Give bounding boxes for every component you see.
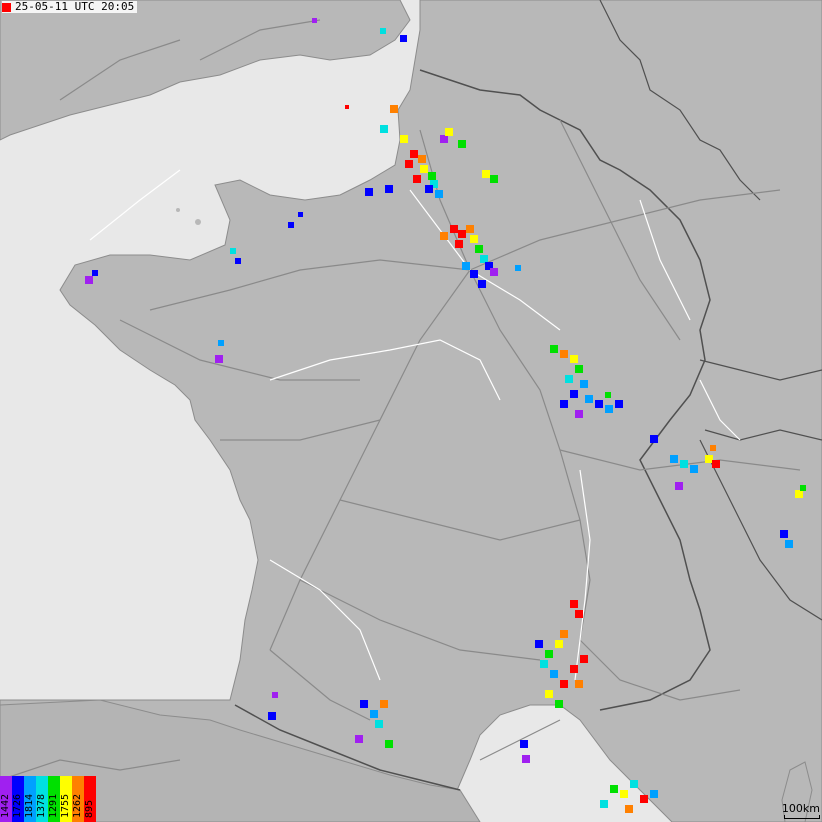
legend-item: 1378 <box>36 776 48 822</box>
land-guernsey <box>176 208 180 212</box>
legend: 1442 1726 1814 1378 1291 1755 1262 895 <box>0 776 96 822</box>
timestamp-text: 25-05-11 UTC 20:05 <box>15 0 135 13</box>
legend-item: 1814 <box>24 776 36 822</box>
legend-item: 895 <box>84 776 96 822</box>
legend-item: 1262 <box>72 776 84 822</box>
legend-item: 1291 <box>48 776 60 822</box>
timestamp: 25-05-11 UTC 20:05 <box>2 0 138 13</box>
legend-item-label: 1726 <box>12 793 23 818</box>
scale-bar-line <box>784 815 820 819</box>
legend-item-label: 1814 <box>24 793 35 818</box>
map-canvas <box>0 0 822 822</box>
legend-item: 1442 <box>0 776 12 822</box>
legend-item-label: 1378 <box>36 793 47 818</box>
legend-item-label: 1262 <box>72 793 83 818</box>
lightning-map[interactable]: 25-05-11 UTC 20:05 1442 1726 1814 1378 1291 1… <box>0 0 822 822</box>
legend-item-label: 1291 <box>48 793 59 818</box>
timestamp-marker <box>2 2 11 12</box>
legend-item-label: 895 <box>84 799 95 818</box>
legend-item: 1755 <box>60 776 72 822</box>
scale-label: 100km <box>781 802 820 815</box>
legend-item: 1726 <box>12 776 24 822</box>
legend-item-label: 1442 <box>0 793 11 818</box>
scale-bar: 100km <box>782 802 820 819</box>
land-jersey <box>195 219 201 225</box>
legend-item-label: 1755 <box>60 793 71 818</box>
